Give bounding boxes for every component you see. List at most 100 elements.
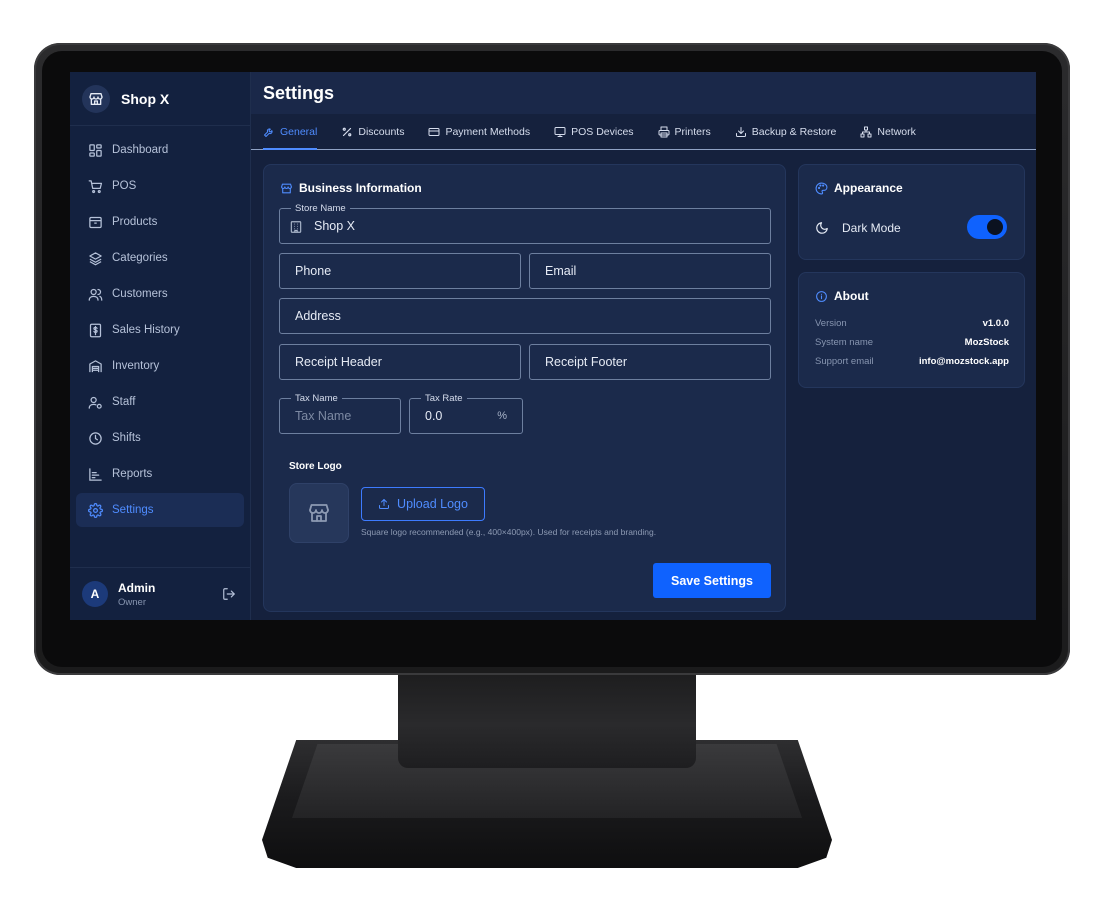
sidebar-item-customers[interactable]: Customers [76,277,244,311]
brand: Shop X [70,72,250,126]
receipt-header-field[interactable]: Receipt Header [279,344,521,380]
credit-card-icon [428,127,440,136]
sidebar-item-settings[interactable]: Settings [76,493,244,527]
sidebar-item-categories[interactable]: Categories [76,241,244,275]
user-name: Admin [118,580,156,595]
palette-icon [815,182,828,194]
email-field[interactable]: Email [529,253,771,289]
page-title: Settings [263,82,335,103]
tax-rate-value: 0.0 [425,409,443,423]
sidebar-item-dashboard[interactable]: Dashboard [76,133,244,167]
tax-name-label: Tax Name [291,393,342,404]
tax-rate-field[interactable]: Tax Rate 0.0 % [409,393,523,434]
tab-payment-methods[interactable]: Payment Methods [428,114,530,149]
user-panel: A Admin Owner [70,567,250,620]
sidebar-item-label: Customers [112,288,168,300]
sidebar-item-label: Reports [112,468,153,480]
sidebar-nav: Dashboard POS Products Categories Custom… [70,126,250,527]
sidebar: Shop X Dashboard POS Products Categories [70,72,251,620]
sidebar-item-reports[interactable]: Reports [76,457,244,491]
store-name-field[interactable]: Store Name Shop X [279,203,771,244]
phone-field[interactable]: Phone [279,253,521,289]
user-cog-icon [88,396,102,409]
tab-label: Network [877,125,916,138]
main-content: Settings General Discounts Payment Metho… [251,72,1036,620]
sidebar-item-shifts[interactable]: Shifts [76,421,244,455]
sidebar-item-label: Categories [112,252,168,264]
dark-mode-toggle[interactable] [967,215,1007,239]
tab-pos-devices[interactable]: POS Devices [554,114,634,149]
tab-discounts[interactable]: Discounts [341,114,404,149]
upload-logo-button[interactable]: Upload Logo [361,487,485,521]
tab-general[interactable]: General [263,114,318,150]
sidebar-item-label: Shifts [112,432,141,444]
sidebar-item-label: Settings [112,504,154,516]
about-row-support-email: Support email info@mozstock.app [815,356,1009,367]
upload-icon [379,499,390,509]
clock-icon [89,431,102,445]
printer-icon [658,126,670,137]
appearance-card: Appearance Dark Mode [798,164,1025,260]
sidebar-item-label: POS [112,180,137,192]
store-icon [309,504,329,522]
tab-label: Discounts [358,125,405,138]
avatar: A [82,581,108,607]
logout-icon[interactable] [222,587,236,606]
users-icon [88,288,103,301]
address-field[interactable]: Address [279,298,771,334]
about-row-system-name: System name MozStock [815,337,1009,348]
about-row-version: Version v1.0.0 [815,318,1009,329]
logo-hint: Square logo recommended (e.g., 400×400px… [361,527,657,537]
warehouse-icon [89,359,102,372]
card-title: Business Information [280,181,422,195]
tax-rate-label: Tax Rate [421,393,467,404]
box-icon [89,216,102,228]
store-logo-label: Store Logo [289,461,342,472]
user-role: Owner [118,596,146,608]
tax-name-field[interactable]: Tax Name Tax Name [279,393,401,434]
store-icon [82,84,110,113]
page-header: Settings [251,72,1036,114]
receipt-footer-field[interactable]: Receipt Footer [529,344,771,380]
network-icon [860,126,872,137]
gear-icon [88,502,103,518]
store-name-label: Store Name [291,203,350,214]
screen: Shop X Dashboard POS Products Categories [70,72,1036,620]
sidebar-item-pos[interactable]: POS [76,169,244,203]
percent-icon [343,127,352,136]
sidebar-item-inventory[interactable]: Inventory [76,349,244,383]
sidebar-item-label: Sales History [112,324,180,336]
tab-label: Backup & Restore [751,125,837,138]
store-name-value: Shop X [314,219,356,233]
download-icon [735,126,746,137]
wrench-icon [264,127,273,137]
card-title: Appearance [815,181,903,195]
tab-backup-restore[interactable]: Backup & Restore [735,114,837,149]
cart-icon [88,179,103,193]
sidebar-item-sales-history[interactable]: Sales History [76,313,244,347]
sidebar-item-staff[interactable]: Staff [76,385,244,419]
save-settings-button[interactable]: Save Settings [653,563,771,598]
info-icon [816,290,827,302]
dark-mode-label: Dark Mode [842,221,901,235]
receipt-dollar-icon [89,323,102,337]
dashboard-icon [89,143,102,157]
sidebar-item-label: Staff [112,396,136,408]
tab-label: POS Devices [571,125,634,138]
tax-rate-suffix: % [497,410,507,422]
brand-name: Shop X [121,90,170,107]
tab-printers[interactable]: Printers [658,114,711,149]
settings-tabs: General Discounts Payment Methods POS De… [251,114,1036,150]
tab-label: Payment Methods [445,125,531,138]
tab-label: General [280,125,318,138]
tab-label: Printers [674,125,711,138]
sidebar-item-label: Inventory [112,360,160,372]
logo-preview [289,483,349,543]
store-icon [281,183,292,193]
moon-icon [816,222,828,234]
toggle-knob [987,219,1003,235]
sidebar-item-label: Dashboard [112,144,169,156]
tab-network[interactable]: Network [860,114,916,149]
tax-name-placeholder: Tax Name [295,409,352,423]
sidebar-item-products[interactable]: Products [76,205,244,239]
